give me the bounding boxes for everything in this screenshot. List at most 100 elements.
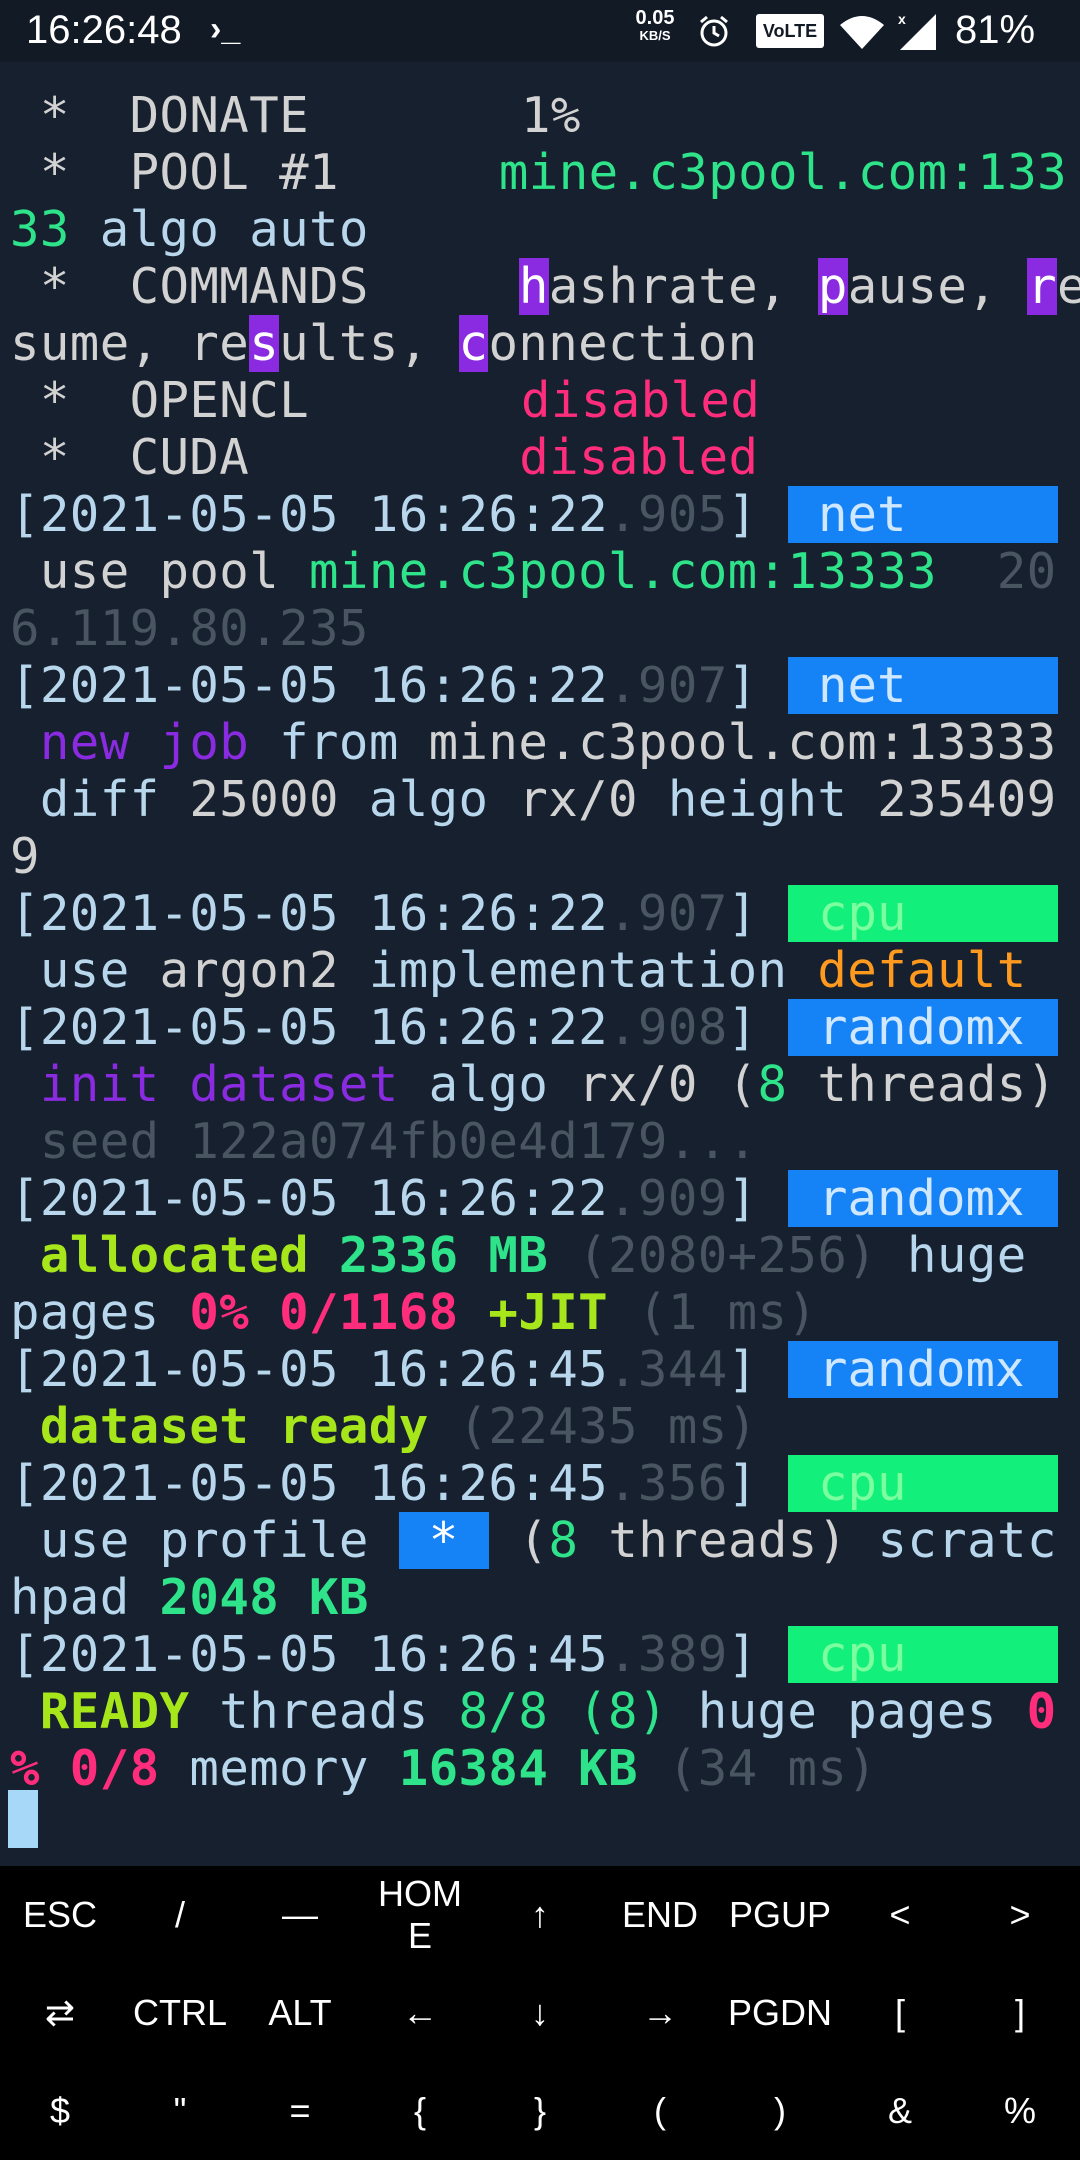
summary-pool: * POOL #1 mine.c3pool.com:133: [10, 144, 1067, 201]
key-left-paren[interactable]: (: [600, 2062, 720, 2160]
log-value: 235409: [877, 771, 1057, 828]
log-tag-cpu: cpu: [788, 1626, 1058, 1683]
log-profile-badge: *: [398, 1512, 489, 1569]
key-home[interactable]: HOM E: [360, 1866, 480, 1964]
log-value: 2048 KB: [159, 1569, 369, 1626]
log-message-wrap: 6.119.80.235: [10, 600, 369, 657]
summary-cuda: * CUDA disabled: [10, 429, 758, 486]
cell-signal-icon: x: [896, 10, 940, 57]
key-equals[interactable]: =: [240, 2062, 360, 2160]
log-text: dataset ready: [10, 1398, 429, 1455]
log-value: default: [817, 942, 1027, 999]
log-timestamp: [2021-05-05 16:26:45.344]: [10, 1341, 758, 1398]
log-text: READY: [10, 1683, 190, 1740]
log-text: use pool: [10, 543, 310, 600]
alarm-clock-icon: [696, 13, 732, 54]
key-left-arrow[interactable]: ←: [360, 1964, 480, 2062]
log-ts: [2021-05-05 16:26:22: [10, 657, 609, 714]
log-bracket: ]: [727, 486, 758, 543]
key-dollar[interactable]: $: [0, 2062, 120, 2160]
log-text: implementation: [338, 942, 818, 999]
log-message-wrap: 9: [10, 828, 40, 885]
summary-label: * OPENCL: [10, 372, 310, 429]
log-value: argon2: [159, 942, 339, 999]
battery-level: 81%: [955, 8, 1036, 52]
log-tag-randomx: randomx: [788, 999, 1058, 1056]
key-tab-icon[interactable]: ⇄: [0, 1964, 120, 2062]
key-ctrl[interactable]: CTRL: [120, 1964, 240, 2062]
summary-value: mine.c3pool.com:133: [498, 144, 1068, 201]
log-value: 8: [548, 1512, 579, 1569]
key-right-arrow[interactable]: →: [600, 1964, 720, 2062]
log-value: rx/0: [578, 1056, 698, 1113]
log-text: huge pages: [667, 1683, 1027, 1740]
volte-badge: VoLTE: [756, 14, 824, 48]
log-text: threads): [787, 1056, 1057, 1113]
command-text: ashrate,: [548, 258, 818, 315]
log-ms: .344: [608, 1341, 728, 1398]
key-left-brace[interactable]: {: [360, 2062, 480, 2160]
log-text: (: [697, 1056, 758, 1113]
log-tag-net: net: [788, 486, 1058, 543]
key-less-than[interactable]: <: [840, 1866, 960, 1964]
key-greater-than[interactable]: >: [960, 1866, 1080, 1964]
log-message-wrap: seed 122a074fb0e4d179...: [10, 1113, 758, 1170]
key-up-arrow[interactable]: ↑: [480, 1866, 600, 1964]
key-left-bracket[interactable]: [: [840, 1964, 960, 2062]
key-dash[interactable]: —: [240, 1866, 360, 1964]
log-text: memory: [159, 1740, 399, 1797]
log-value: 9: [10, 828, 40, 885]
log-text: pages: [10, 1284, 190, 1341]
net-speed-value: 0.05: [635, 7, 675, 29]
key-right-bracket[interactable]: ]: [960, 1964, 1080, 2062]
key-ampersand[interactable]: &: [840, 2062, 960, 2160]
extra-keys-row-3: $ " = { } ( ) & %: [0, 2062, 1080, 2160]
svg-text:x: x: [898, 11, 906, 27]
log-seed: seed 122a074fb0e4d179...: [10, 1113, 758, 1170]
log-timestamp: [2021-05-05 16:26:22.905]: [10, 486, 758, 543]
key-slash[interactable]: /: [120, 1866, 240, 1964]
key-down-arrow[interactable]: ↓: [480, 1964, 600, 2062]
command-hotkey: h: [518, 258, 549, 315]
log-text: use profile: [10, 1512, 399, 1569]
summary-value: disabled: [521, 372, 761, 429]
log-ms: .905: [608, 486, 728, 543]
key-alt[interactable]: ALT: [240, 1964, 360, 2062]
log-value: % 0/8: [10, 1740, 160, 1797]
log-message: use pool mine.c3pool.com:13333 20: [10, 543, 1057, 600]
summary-opencl: * OPENCL disabled: [10, 372, 760, 429]
log-message-wrap: diff 25000 algo rx/0 height 235409: [10, 771, 1057, 828]
log-bracket: ]: [727, 1455, 758, 1512]
net-speed-indicator: 0.05 KB/S: [630, 7, 680, 44]
log-timestamp: [2021-05-05 16:26:22.908]: [10, 999, 758, 1056]
log-tag-cpu: cpu: [788, 885, 1058, 942]
key-end[interactable]: END: [600, 1866, 720, 1964]
net-speed-unit: KB/S: [639, 28, 671, 43]
log-value: 2336 MB: [338, 1227, 549, 1284]
key-pgdn[interactable]: PGDN: [720, 1964, 840, 2062]
status-time: 16:26:48: [26, 8, 182, 52]
log-text: (1 ms): [608, 1284, 818, 1341]
log-bracket: ]: [727, 1170, 758, 1227]
log-text: diff: [10, 771, 190, 828]
log-message: init dataset algo rx/0 (8 threads): [10, 1056, 1057, 1113]
key-esc[interactable]: ESC: [0, 1866, 120, 1964]
log-ts: [2021-05-05 16:26:22: [10, 1170, 609, 1227]
log-ms: .907: [608, 885, 728, 942]
key-percent[interactable]: %: [960, 2062, 1080, 2160]
key-right-paren[interactable]: ): [720, 2062, 840, 2160]
key-quote[interactable]: ": [120, 2062, 240, 2160]
log-bracket: ]: [727, 999, 758, 1056]
log-value: 0: [1026, 1683, 1057, 1740]
key-pgup[interactable]: PGUP: [720, 1866, 840, 1964]
log-text: init dataset: [10, 1056, 399, 1113]
terminal-output[interactable]: * DONATE 1% * POOL #1 mine.c3pool.com:133 …: [0, 62, 1080, 1866]
log-text: algo: [398, 1056, 579, 1113]
key-right-brace[interactable]: }: [480, 2062, 600, 2160]
log-tag-net: net: [788, 657, 1058, 714]
log-new-job: new job: [10, 714, 250, 771]
log-message: use argon2 implementation default: [10, 942, 1027, 999]
log-ms: .908: [608, 999, 728, 1056]
summary-label: * COMMANDS: [10, 258, 369, 315]
summary-label: * DONATE: [10, 87, 310, 144]
